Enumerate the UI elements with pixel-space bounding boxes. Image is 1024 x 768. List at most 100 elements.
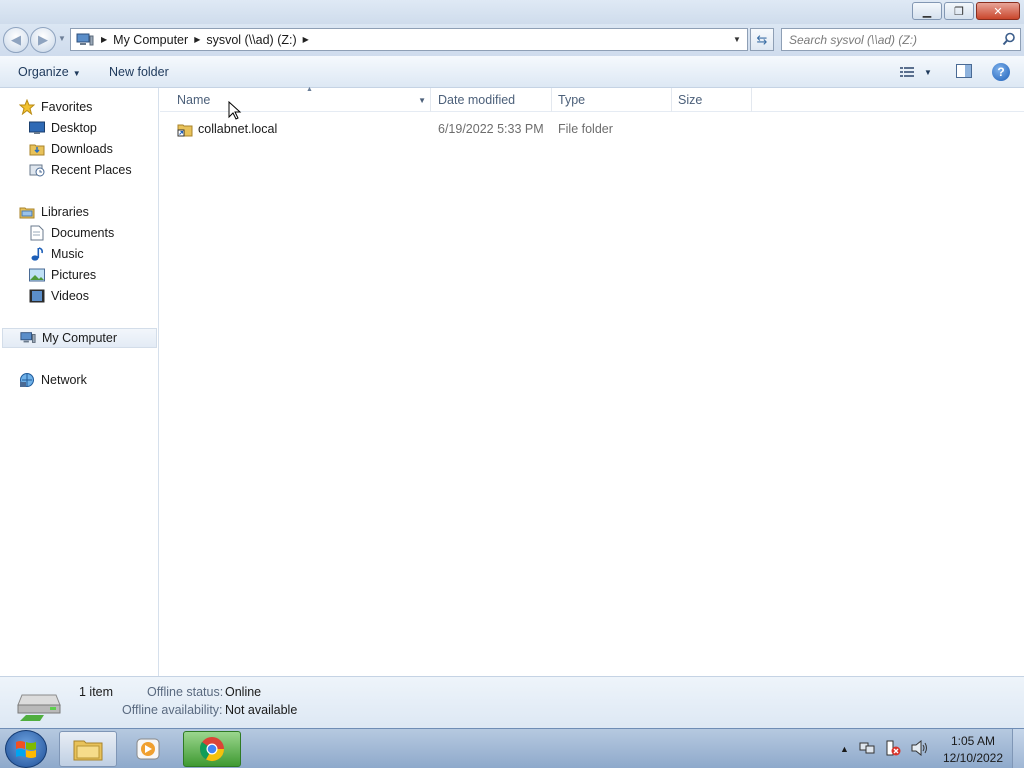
nav-downloads-label: Downloads [51, 142, 113, 156]
column-header-name[interactable]: ▲ Name ▼ [169, 86, 431, 112]
start-button[interactable] [5, 730, 47, 768]
folder-icon [73, 740, 103, 761]
column-header-size[interactable]: Size [670, 88, 752, 112]
forward-arrow-icon: ▶ [38, 32, 48, 47]
nav-network-label: Network [41, 373, 87, 387]
taskbar: ▲ 1:05 AM 12/10/2022 [0, 728, 1024, 768]
videos-icon [29, 288, 45, 304]
navigation-bar: ◀ ▶ ▼ ▶ My Computer ▶ sysvol (\\ad) (Z:)… [0, 24, 1024, 56]
maximize-button[interactable]: ❐ [944, 2, 974, 20]
file-name: collabnet.local [198, 122, 278, 136]
change-view-button[interactable]: ▼ [900, 64, 938, 80]
nav-desktop[interactable]: Desktop [29, 118, 97, 138]
nav-favorites[interactable]: Favorites [19, 97, 92, 117]
recent-places-icon [29, 162, 45, 178]
mouse-cursor-icon [228, 100, 242, 124]
pictures-icon [29, 267, 45, 283]
clock[interactable]: 1:05 AM 12/10/2022 [940, 733, 1006, 767]
nav-libraries-label: Libraries [41, 205, 89, 219]
network-status-icon[interactable] [859, 740, 875, 759]
close-button[interactable]: ✕ [976, 2, 1020, 20]
column-name-label: Name [177, 93, 211, 107]
preview-pane-button[interactable] [956, 64, 974, 80]
nav-favorites-label: Favorites [41, 100, 93, 114]
view-dropdown-arrow-icon: ▼ [924, 67, 932, 77]
taskbar-media-player-button[interactable] [119, 731, 177, 767]
desktop-icon [29, 120, 45, 136]
downloads-folder-icon [29, 141, 45, 157]
computer-icon [20, 330, 36, 346]
address-bar[interactable]: ▶ My Computer ▶ sysvol (\\ad) (Z:) ▶ ▼ [70, 28, 748, 51]
item-count: 1 item [79, 685, 114, 699]
nav-recent-places-label: Recent Places [51, 163, 132, 177]
chevron-down-icon: ▼ [72, 69, 81, 78]
music-icon [29, 246, 45, 262]
clock-date: 12/10/2022 [942, 751, 1004, 765]
file-row[interactable]: collabnet.local 6/19/2022 5:33 PM File f… [169, 118, 761, 140]
search-box[interactable] [781, 28, 1021, 51]
restore-icon: ❐ [954, 5, 964, 18]
navigation-pane: Favorites Desktop Downloads Recent Place… [0, 88, 159, 676]
nav-music[interactable]: Music [29, 244, 84, 264]
nav-documents-label: Documents [51, 226, 115, 240]
help-icon: ? [997, 65, 1005, 79]
command-bar: Organize ▼ New folder ▼ ? [0, 56, 1024, 88]
nav-libraries[interactable]: Libraries [19, 202, 89, 222]
search-input[interactable] [789, 32, 999, 47]
refresh-button[interactable]: ⇆ [750, 28, 774, 51]
details-view-icon [900, 67, 914, 77]
title-bar: ▁ ❐ ✕ [0, 0, 1024, 24]
column-filter-dropdown[interactable]: ▼ [418, 96, 426, 105]
network-drive-icon [16, 689, 64, 726]
forward-button[interactable]: ▶ [30, 27, 56, 53]
close-icon: ✕ [993, 5, 1003, 18]
nav-my-computer[interactable]: My Computer [2, 328, 157, 348]
offline-availability-value: Not available [225, 703, 298, 717]
column-header-type[interactable]: Type [550, 88, 672, 112]
show-desktop-button[interactable] [1012, 729, 1024, 768]
refresh-icon: ⇆ [756, 31, 768, 47]
nav-documents[interactable]: Documents [29, 223, 114, 243]
documents-icon [29, 225, 45, 241]
nav-downloads[interactable]: Downloads [29, 139, 113, 159]
taskbar-explorer-button[interactable] [59, 731, 117, 767]
organize-label: Organize [18, 65, 69, 79]
breadcrumb-sysvol[interactable]: sysvol (\\ad) (Z:) [206, 33, 296, 47]
minimize-button[interactable]: ▁ [912, 2, 942, 20]
nav-pictures-label: Pictures [51, 268, 97, 282]
nav-videos-label: Videos [51, 289, 89, 303]
minimize-icon: ▁ [922, 5, 932, 18]
windows-logo-icon [16, 741, 36, 758]
search-icon[interactable] [1002, 32, 1016, 49]
volume-icon[interactable] [911, 739, 929, 759]
breadcrumb-separator-icon[interactable]: ▶ [303, 35, 309, 44]
column-header-row: ▲ Name ▼ Date modified Type Size [160, 86, 1024, 112]
column-header-date-modified[interactable]: Date modified [430, 88, 552, 112]
back-button[interactable]: ◀ [3, 27, 29, 53]
nav-network[interactable]: Network [19, 370, 87, 390]
help-button[interactable]: ? [992, 63, 1010, 81]
recent-pages-dropdown[interactable]: ▼ [58, 34, 66, 43]
offline-availability-label: Offline availability: [122, 703, 223, 717]
breadcrumb-separator-icon[interactable]: ▶ [194, 35, 200, 44]
breadcrumb-separator-icon[interactable]: ▶ [101, 35, 107, 44]
libraries-icon [19, 204, 35, 220]
new-folder-button[interactable]: New folder [109, 65, 169, 79]
nav-pictures[interactable]: Pictures [29, 265, 96, 285]
address-history-dropdown[interactable]: ▼ [729, 29, 745, 50]
computer-icon [75, 32, 95, 48]
file-type: File folder [558, 122, 613, 136]
nav-videos[interactable]: Videos [29, 286, 89, 306]
taskbar-chrome-button[interactable] [183, 731, 241, 767]
offline-status-label: Offline status: [147, 685, 224, 699]
media-player-icon [136, 738, 160, 760]
clock-time: 1:05 AM [950, 734, 996, 748]
breadcrumb-my-computer[interactable]: My Computer [113, 33, 188, 47]
show-hidden-icons-button[interactable]: ▲ [840, 744, 849, 754]
organize-menu-button[interactable]: Organize ▼ [18, 65, 81, 79]
action-center-icon[interactable] [885, 740, 901, 759]
folder-shortcut-icon [177, 121, 193, 140]
star-icon [19, 99, 35, 115]
preview-pane-icon [956, 64, 972, 78]
nav-recent-places[interactable]: Recent Places [29, 160, 132, 180]
